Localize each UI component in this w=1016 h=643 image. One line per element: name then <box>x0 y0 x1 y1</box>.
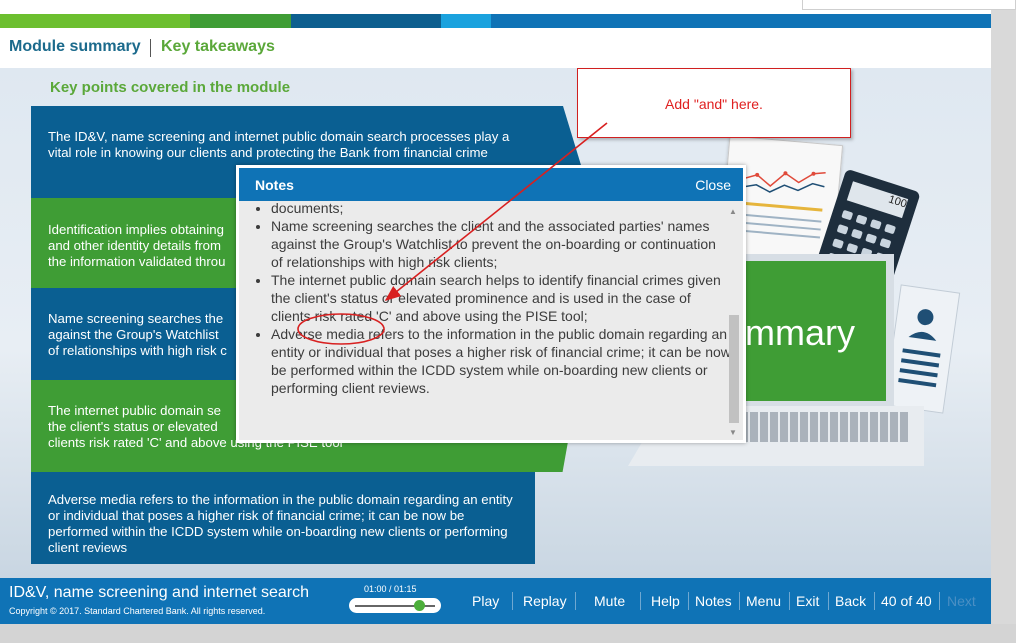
header-strip-green-light <box>0 14 190 28</box>
notes-close-button[interactable]: Close <box>695 177 731 193</box>
window-corner <box>802 0 1016 10</box>
exit-button[interactable]: Exit <box>796 593 819 609</box>
notes-list: documents; Name screening searches the c… <box>253 201 729 397</box>
tab-divider <box>150 39 151 57</box>
notes-body[interactable]: documents; Name screening searches the c… <box>239 201 729 436</box>
scroll-down-arrow-icon[interactable]: ▼ <box>729 428 737 437</box>
key-point-text: The ID&V, name screening and internet pu… <box>48 129 510 160</box>
key-points-heading: Key points covered in the module <box>50 79 291 96</box>
mute-button[interactable]: Mute <box>594 593 625 609</box>
footer-divider <box>739 592 740 610</box>
player-footer: ID&V, name screening and internet search… <box>0 578 991 624</box>
footer-divider <box>939 592 940 610</box>
laptop-keyboard <box>720 412 910 442</box>
footer-divider <box>688 592 689 610</box>
notes-item: documents; <box>271 201 729 217</box>
calculator-display: 100 <box>846 181 909 219</box>
replay-button[interactable]: Replay <box>523 593 567 609</box>
notes-scrollbar[interactable]: ▲ ▼ <box>727 203 741 439</box>
next-button[interactable]: Next <box>947 593 976 609</box>
notes-button[interactable]: Notes <box>695 593 732 609</box>
play-button[interactable]: Play <box>472 593 499 609</box>
tab-key-takeaways[interactable]: Key takeaways <box>161 38 275 56</box>
annotation-callout: Add "and" here. <box>577 68 851 138</box>
notes-header: Notes Close <box>239 168 743 201</box>
footer-divider <box>828 592 829 610</box>
footer-divider <box>640 592 641 610</box>
help-button[interactable]: Help <box>651 593 680 609</box>
footer-divider <box>575 592 576 610</box>
progress-knob[interactable] <box>413 600 425 611</box>
key-point-text: Adverse media refers to the information … <box>48 492 513 555</box>
tab-module-summary[interactable]: Module summary <box>9 38 141 56</box>
annotation-text: Add "and" here. <box>665 96 763 112</box>
scroll-up-arrow-icon[interactable]: ▲ <box>729 207 737 216</box>
copyright-text: Copyright © 2017. Standard Chartered Ban… <box>9 606 266 616</box>
window-gutter <box>0 624 1016 643</box>
notes-item: Name screening searches the client and t… <box>271 217 729 271</box>
progress-slider[interactable] <box>349 598 441 613</box>
header-strip-blue-dark <box>291 14 441 28</box>
key-point-slab: Adverse media refers to the information … <box>31 472 535 564</box>
menu-button[interactable]: Menu <box>746 593 781 609</box>
footer-divider <box>789 592 790 610</box>
id-card-icon <box>883 284 961 414</box>
scroll-thumb[interactable] <box>729 315 739 423</box>
summary-word: mmary <box>745 312 855 353</box>
header-strip-green-dark <box>190 14 291 28</box>
header-strip-cyan <box>441 14 491 28</box>
page-counter: 40 of 40 <box>881 593 932 609</box>
header-strip-blue <box>491 14 991 28</box>
back-button[interactable]: Back <box>835 593 866 609</box>
tab-bar: Module summary Key takeaways <box>0 28 991 68</box>
course-player: Module summary Key takeaways Key points … <box>0 0 991 624</box>
footer-divider <box>512 592 513 610</box>
person-icon <box>898 309 941 388</box>
notes-item: Adverse media refers to the information … <box>271 325 729 397</box>
course-title: ID&V, name screening and internet search <box>9 584 310 601</box>
playback-time: 01:00 / 01:15 <box>364 584 417 594</box>
notes-dialog: Notes Close documents; Name screening se… <box>236 165 746 443</box>
notes-title: Notes <box>255 177 294 193</box>
footer-divider <box>874 592 875 610</box>
notes-item: The internet public domain search helps … <box>271 271 729 325</box>
